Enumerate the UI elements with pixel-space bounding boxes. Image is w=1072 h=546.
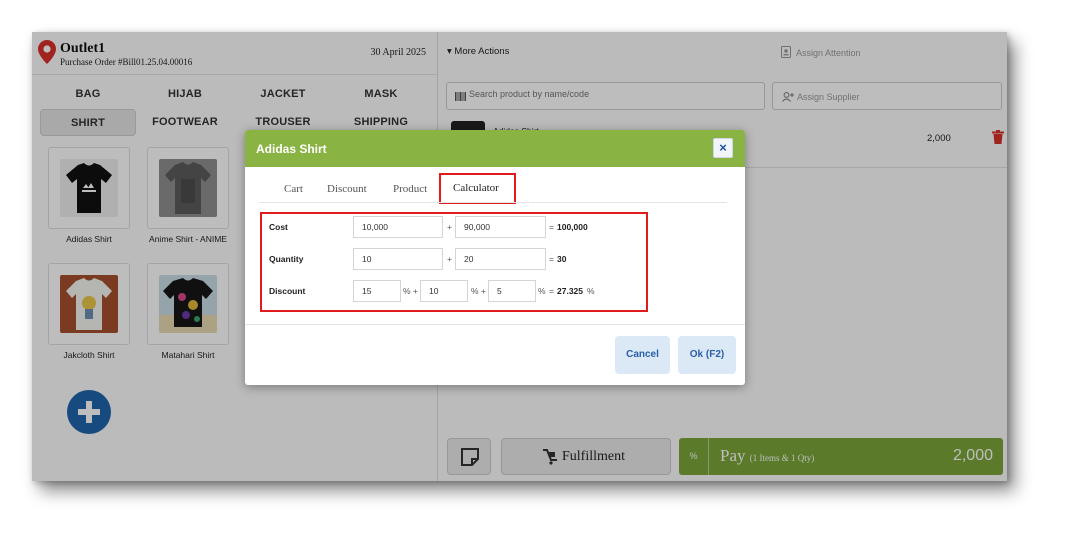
discount-pct-3: % [538,286,546,296]
quantity-input-2[interactable]: 20 [455,248,546,270]
discount-label: Discount [269,286,306,296]
modal-title: Adidas Shirt [256,142,327,156]
cancel-button[interactable]: Cancel [615,336,670,374]
quantity-plus: + [447,254,452,264]
discount-input-1[interactable]: 15 [353,280,401,302]
tab-discount[interactable]: Discount [327,183,367,195]
modal-header: Adidas Shirt × [245,130,745,167]
quantity-result: 30 [557,254,567,264]
calculator-panel: Cost 10,000 + 90,000 = 100,000 Quantity … [260,212,648,312]
quantity-input-1[interactable]: 10 [353,248,443,270]
pos-app: Outlet1 Purchase Order #Bill01.25.04.000… [32,32,1007,481]
tab-product[interactable]: Product [393,183,427,195]
tab-calculator[interactable]: Calculator [453,182,499,194]
product-modal: Adidas Shirt × Cart Discount Product Cal… [245,130,745,385]
quantity-label: Quantity [269,254,304,264]
discount-result-unit: % [587,286,595,296]
cost-plus: + [447,222,452,232]
cost-input-2[interactable]: 90,000 [455,216,546,238]
cost-equals: = [549,222,554,232]
cost-result: 100,000 [557,222,588,232]
tab-cart[interactable]: Cart [284,183,303,195]
discount-pct-plus-1: % + [403,286,418,296]
discount-pct-plus-2: % + [471,286,486,296]
discount-input-3[interactable]: 5 [488,280,536,302]
discount-result: 27.325 [557,286,583,296]
cost-label: Cost [269,222,288,232]
cost-input-1[interactable]: 10,000 [353,216,443,238]
discount-equals: = [549,286,554,296]
tab-divider [259,202,727,203]
close-icon[interactable]: × [713,138,733,158]
modal-footer-divider [245,324,745,325]
discount-input-2[interactable]: 10 [420,280,468,302]
quantity-equals: = [549,254,554,264]
ok-button[interactable]: Ok (F2) [678,336,736,374]
